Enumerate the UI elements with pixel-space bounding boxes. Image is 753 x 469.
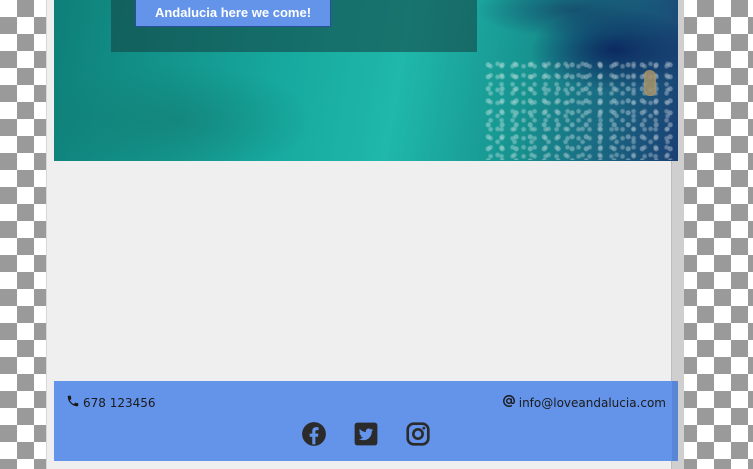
footer: 678 123456 info@loveandalucia.com: [54, 381, 678, 461]
cta-button[interactable]: Andalucia here we come!: [135, 0, 331, 27]
phone-number: 678 123456: [83, 395, 156, 410]
phone-contact[interactable]: 678 123456: [66, 394, 156, 411]
instagram-icon[interactable]: [405, 421, 431, 447]
phone-icon: [66, 394, 80, 411]
email-address: info@loveandalucia.com: [518, 395, 666, 410]
rock-islet: [644, 70, 656, 96]
email-contact[interactable]: info@loveandalucia.com: [502, 394, 666, 411]
twitter-icon[interactable]: [353, 421, 379, 447]
at-icon: [502, 394, 516, 411]
facebook-icon[interactable]: [301, 421, 327, 447]
social-links: [54, 421, 678, 449]
